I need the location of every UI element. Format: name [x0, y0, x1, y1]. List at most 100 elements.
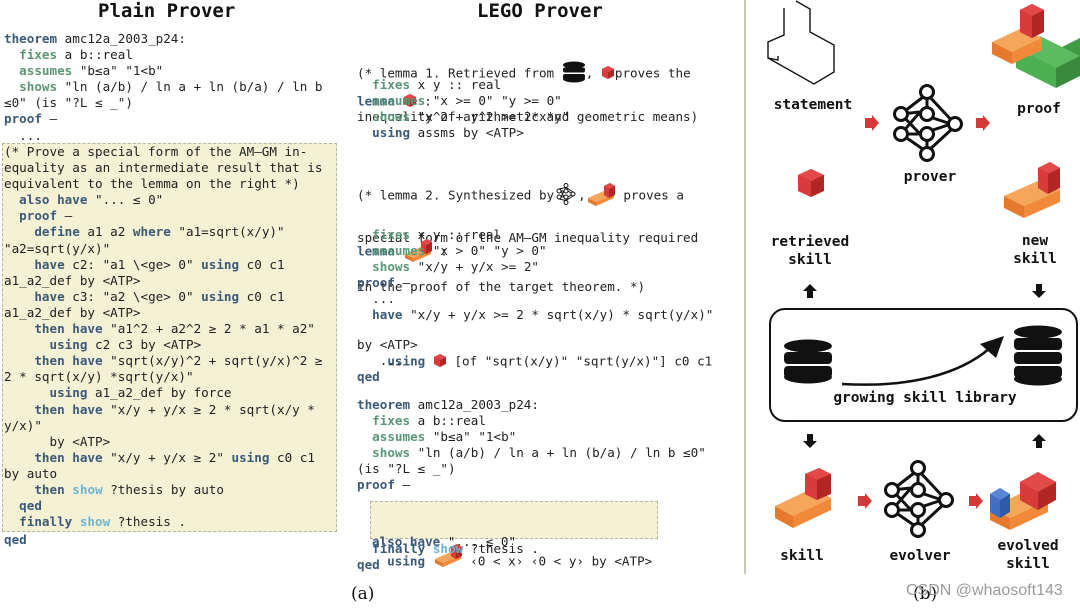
code-text: a b::real — [410, 413, 486, 429]
code-keyword: shows — [372, 445, 411, 461]
statement-shape-icon — [767, 0, 835, 85]
large-database-icon — [1014, 325, 1062, 386]
lego-theorem-code: theorem amc12a_2003_p24: fixes a b::real… — [357, 397, 706, 510]
code-line: assumes "b≤a" "1<b" — [357, 429, 706, 445]
label-new-skill: new skill — [1000, 232, 1070, 268]
code-keyword: then have — [34, 401, 103, 417]
code-line: then have "a1^2 + a2^2 ≥ 2 * a1 * a2" — [4, 321, 322, 337]
arrow-down-icon — [1032, 284, 1046, 298]
code-keyword: using — [231, 449, 270, 465]
plain-prover-header-code: theorem amc12a_2003_p24: fixes a b::real… — [4, 31, 322, 144]
code-keyword: fixes — [372, 77, 411, 92]
lemma1-comment-sep: , — [585, 65, 601, 81]
code-line: qed — [4, 532, 27, 548]
arrow-right-icon — [865, 115, 879, 131]
code-line: proof – — [4, 208, 322, 224]
code-text: c2 c3 by <ATP> — [87, 337, 202, 353]
prover-neural-network-icon — [893, 84, 963, 162]
code-line: ... — [357, 353, 418, 369]
orange-red-brick-icon — [586, 182, 616, 210]
code-text: "x^2 + y^2 >= 2*x*y" — [410, 109, 570, 125]
code-line: proof – — [357, 477, 706, 493]
code-line: qed — [357, 369, 418, 385]
code-line: 2 * sqrt(x/y) *sqrt(y/x)" — [4, 369, 322, 385]
label-skill: skill — [788, 252, 832, 268]
code-text: "x/y + y/x ≥ 2" — [102, 449, 232, 465]
code-line: theorem amc12a_2003_p24: — [357, 397, 706, 413]
code-line: (is "?L ≤ _") — [357, 461, 706, 477]
label-evolver: evolver — [889, 548, 951, 564]
code-line: also have "... ≤ 0" — [4, 192, 322, 208]
code-text: "x > 0" "y > 0" — [425, 243, 547, 259]
code-text: ≤0" (is "?L ≤ _") — [4, 95, 133, 111]
label-prover: prover — [903, 169, 957, 185]
code-text: c2: "a1 \<ge> 0" — [64, 256, 202, 272]
arrow-right-icon — [969, 493, 983, 509]
skill-bricks-icon — [775, 468, 831, 528]
arrow-right-icon — [976, 115, 990, 131]
code-text: ... — [357, 291, 395, 307]
evolved-skill-bricks-icon — [990, 472, 1056, 530]
code-text: by <ATP> — [4, 433, 111, 449]
code-keyword: then have — [34, 353, 103, 369]
code-keyword: define — [34, 224, 80, 240]
arrow-up-icon — [803, 284, 817, 298]
code-text: "a1^2 + a2^2 ≥ 2 * a1 * a2" — [102, 321, 315, 337]
code-line: using assms by <ATP> — [357, 125, 569, 141]
label-skill: skill — [1006, 556, 1050, 572]
lemma2-comment-tail: proves a — [615, 187, 684, 203]
code-text: (* Prove a special form of the AM–GM in- — [4, 144, 308, 159]
code-keyword: assumes — [19, 63, 73, 79]
code-keyword: show — [79, 514, 111, 530]
code-line: "a2=sqrt(y/x)" — [4, 241, 322, 257]
label-skill: skill — [780, 548, 824, 564]
label-statement: statement — [773, 97, 853, 113]
code-text: 2 * sqrt(x/y) *sqrt(y/x)" — [4, 369, 194, 385]
code-line: proof – — [357, 275, 713, 291]
code-text: amc12a_2003_p24: — [57, 31, 186, 46]
label-new: new — [1021, 233, 1049, 249]
caption-a: (a) — [351, 584, 375, 604]
code-text: a1_a2_def by <ATP> — [4, 272, 141, 288]
code-text: "ln (a/b) / ln a + ln (b/a) / ln b — [57, 79, 323, 95]
code-text: ... — [357, 353, 403, 369]
code-text: "sqrt(x/y)^2 + sqrt(y/x)^2 ≥ — [102, 353, 323, 369]
red-brick-icon — [601, 65, 615, 83]
label-retrieved: retrieved — [770, 234, 850, 250]
lego-theorem-end: finally show ?thesis . qed — [357, 541, 539, 573]
code-text: a1_a2_def by <ATP> — [4, 304, 141, 320]
code-text: "x >= 0" "y >= 0" — [425, 93, 562, 109]
code-keyword: then — [34, 481, 65, 497]
code-keyword: shows — [19, 79, 58, 95]
code-line: by auto — [4, 466, 322, 482]
code-text: by auto — [4, 465, 58, 481]
code-text: – — [394, 275, 411, 291]
label-proof: proof — [1017, 101, 1061, 117]
code-line: theorem amc12a_2003_p24: — [4, 31, 322, 47]
code-line: (* Prove a special form of the AM–GM in- — [4, 144, 322, 160]
code-keyword: fixes — [372, 413, 411, 429]
code-line: shows "ln (a/b) / ln a + ln (b/a) / ln b… — [357, 445, 706, 461]
code-text: c0 c1 — [239, 288, 285, 304]
code-keyword: using — [49, 337, 88, 353]
code-line: ... — [4, 128, 322, 144]
code-keyword: proof — [357, 275, 395, 291]
label-evolved: evolved — [997, 538, 1059, 554]
code-text: assms by <ATP> — [410, 125, 524, 141]
plain-prover-footer-code: qed — [4, 532, 27, 548]
code-keyword: show — [72, 481, 103, 497]
code-line: finally show ?thesis . — [357, 541, 539, 557]
